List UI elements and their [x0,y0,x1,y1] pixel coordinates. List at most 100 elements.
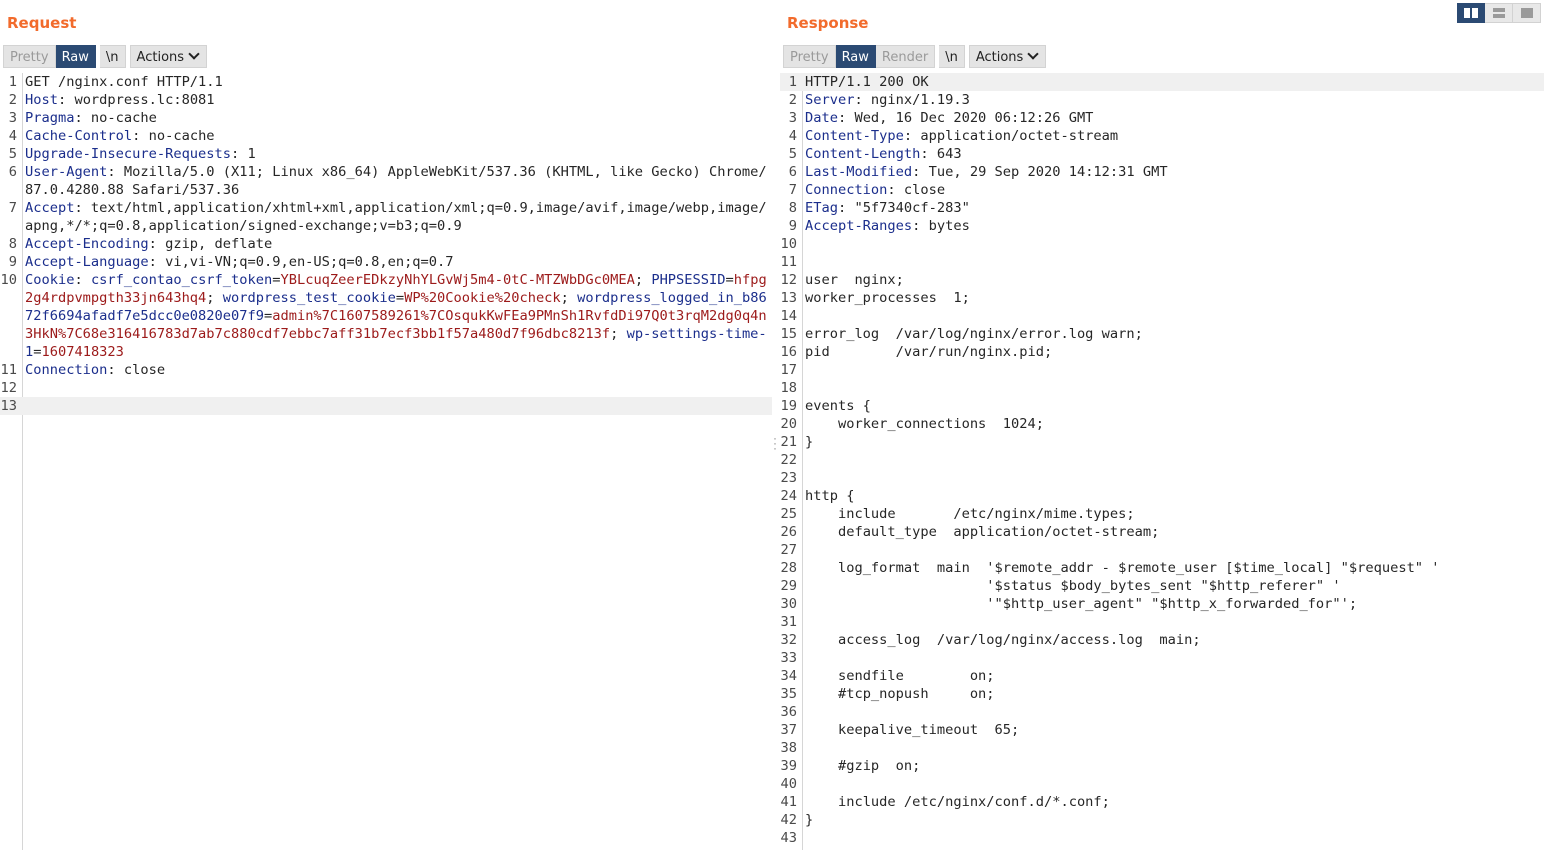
code-line[interactable]: 8 Accept-Encoding: gzip, deflate [0,235,772,253]
code-line[interactable]: 13 worker_processes 1; [780,289,1544,307]
response-newline-toggle[interactable]: \n [939,45,965,68]
code-line[interactable]: 33 [780,649,1544,667]
line-text: Accept-Ranges: bytes [805,217,1544,235]
code-line[interactable]: 6 Last-Modified: Tue, 29 Sep 2020 14:12:3… [780,163,1544,181]
code-line[interactable]: 36 [780,703,1544,721]
line-segment: : close [887,182,946,198]
code-line[interactable]: 38 [780,739,1544,757]
layout-single-pane-button[interactable] [1513,3,1541,23]
chevron-down-icon [1027,48,1039,60]
layout-split-rows-button[interactable] [1485,3,1513,23]
code-line[interactable]: 4 Content-Type: application/octet-stream [780,127,1544,145]
code-line[interactable]: 19 events { [780,397,1544,415]
request-actions-button[interactable]: Actions [129,45,208,68]
code-line[interactable]: 7 Connection: close [780,181,1544,199]
code-line[interactable]: 5 Upgrade-Insecure-Requests: 1 [0,145,772,163]
code-line[interactable]: 21} [780,433,1544,451]
code-line[interactable]: 11 [780,253,1544,271]
line-text: } [805,433,1544,451]
line-text: include /etc/nginx/mime.types; [805,505,1544,523]
code-line[interactable]: 11 Connection: close [0,361,772,379]
line-segment: ; [560,290,578,306]
code-line[interactable]: 23 [780,469,1544,487]
code-line[interactable]: 32 access_log /var/log/nginx/access.log … [780,631,1544,649]
layout-split-columns-button[interactable] [1457,3,1485,23]
code-line[interactable]: 15 error_log /var/log/nginx/error.log war… [780,325,1544,343]
line-segment: http { [805,488,855,504]
code-line[interactable]: 35 #tcp_nopush on; [780,685,1544,703]
header-name: Accept-Language [25,254,149,270]
code-line[interactable]: 12 user nginx; [780,271,1544,289]
line-segment: : no-cache [74,110,157,126]
code-line[interactable]: 3 Pragma: no-cache [0,109,772,127]
code-line[interactable]: 22 [780,451,1544,469]
code-line[interactable]: 26 default_type application/octet-stream… [780,523,1544,541]
code-line[interactable]: 9 Accept-Language: vi,vi-VN;q=0.9,en-US;q… [0,253,772,271]
code-line[interactable]: 27 [780,541,1544,559]
request-editor[interactable]: 1 GET /nginx.conf HTTP/1.1 2 Host: wordpres… [0,73,772,850]
line-text: ETag: "5f7340cf-283" [805,199,1544,217]
code-line[interactable]: 8 ETag: "5f7340cf-283" [780,199,1544,217]
request-newline-toggle[interactable]: \n [99,45,126,68]
code-line[interactable]: 2 Host: wordpress.lc:8081 [0,91,772,109]
request-code[interactable]: 1 GET /nginx.conf HTTP/1.1 2 Host: wordpres… [0,73,772,415]
code-line[interactable]: 40 [780,775,1544,793]
code-line[interactable]: 10 [780,235,1544,253]
response-tab-render[interactable]: Render [875,45,936,68]
code-line[interactable]: 6 User-Agent: Mozilla/5.0 (X11; Linux x86… [0,163,772,199]
line-segment: ; [634,272,652,288]
code-line[interactable]: 9 Accept-Ranges: bytes [780,217,1544,235]
response-actions-button[interactable]: Actions [968,45,1047,68]
code-line[interactable]: 1 HTTP/1.1 200 OK [780,73,1544,91]
code-line[interactable]: 34 sendfile on; [780,667,1544,685]
line-number: 9 [8,254,17,270]
line-number: 9 [788,218,797,234]
line-text: GET /nginx.conf HTTP/1.1 [25,73,772,91]
line-text: Cookie: csrf_contao_csrf_token = YBLcuqZee… [25,271,772,361]
code-line[interactable]: 2 Server: nginx/1.19.3 [780,91,1544,109]
code-line[interactable]: 3 Date: Wed, 16 Dec 2020 06:12:26 GMT [780,109,1544,127]
code-line[interactable]: 43 [780,829,1544,847]
code-line[interactable]: 17 [780,361,1544,379]
code-line[interactable]: 14 [780,307,1544,325]
code-line[interactable]: 1 GET /nginx.conf HTTP/1.1 [0,73,772,91]
line-number: 27 [780,542,797,558]
code-line[interactable]: 13 [0,397,772,415]
code-line[interactable]: 37 keepalive_timeout 65; [780,721,1544,739]
code-line[interactable]: 18 [780,379,1544,397]
code-line[interactable]: 31 [780,613,1544,631]
code-line[interactable]: 7 Accept: text/html,application/xhtml+xml… [0,199,772,235]
response-editor[interactable]: 1 HTTP/1.1 200 OK 2 Server: nginx/1.19.3 3 Da… [780,73,1544,850]
code-line[interactable]: 30 '"$http_user_agent" "$http_x_forwarde… [780,595,1544,613]
code-line[interactable]: 42} [780,811,1544,829]
line-number: 1 [8,74,17,90]
code-line[interactable]: 29 '$status $body_bytes_sent "$http_refe… [780,577,1544,595]
response-code[interactable]: 1 HTTP/1.1 200 OK 2 Server: nginx/1.19.3 3 Da… [780,73,1544,847]
code-line[interactable]: 10 Cookie: csrf_contao_csrf_token = YBLcuqZ… [0,271,772,361]
pane-divider[interactable]: · · · [772,0,780,850]
code-line[interactable]: 4 Cache-Control: no-cache [0,127,772,145]
code-line[interactable]: 39 #gzip on; [780,757,1544,775]
line-number: 36 [780,704,797,720]
line-text: } [805,811,1544,829]
line-text: Content-Type: application/octet-stream [805,127,1544,145]
line-segment: = [725,272,734,288]
response-tab-pretty[interactable]: Pretty [783,45,836,68]
response-tab-raw[interactable]: Raw [835,45,876,68]
code-line[interactable]: 20 worker_connections 1024; [780,415,1544,433]
cookie-value: YBLcuqZeerEDkzyNhYLGvWj5m4-0tC-MTZWbDGc0… [280,272,635,288]
line-number: 6 [788,164,797,180]
code-line[interactable]: 16 pid /var/run/nginx.pid; [780,343,1544,361]
code-line[interactable]: 12 [0,379,772,397]
line-segment: : "5f7340cf-283" [837,200,970,216]
code-line[interactable]: 25 include /etc/nginx/mime.types; [780,505,1544,523]
code-line[interactable]: 24 http { [780,487,1544,505]
line-number: 26 [780,524,797,540]
code-line[interactable]: 5 Content-Length: 643 [780,145,1544,163]
code-line[interactable]: 28 log_format main '$remote_addr - $remo… [780,559,1544,577]
drag-handle-icon[interactable]: · · · [773,432,777,454]
code-line[interactable]: 41 include /etc/nginx/conf.d/*.conf; [780,793,1544,811]
line-segment: #tcp_nopush on; [805,686,995,702]
request-tab-raw[interactable]: Raw [55,45,96,68]
request-tab-pretty[interactable]: Pretty [3,45,56,68]
